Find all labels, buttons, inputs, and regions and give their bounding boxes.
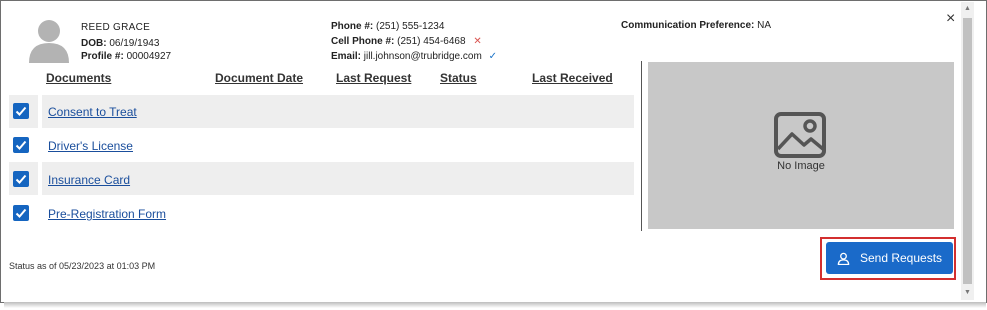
close-icon[interactable]: × <box>946 10 955 28</box>
phone-value: (251) 555-1234 <box>376 21 445 32</box>
communication-preference: Communication Preference: NA <box>621 20 771 31</box>
phone-label: Phone #: <box>331 21 374 32</box>
vertical-scrollbar[interactable]: ▲ ▼ <box>961 2 974 300</box>
no-image-label: No Image <box>777 160 825 172</box>
column-header-status[interactable]: Status <box>440 71 477 85</box>
document-link[interactable]: Consent to Treat <box>48 105 137 119</box>
cell-phone-line: Cell Phone #: (251) 454-6468 ✕ <box>331 36 482 47</box>
document-link[interactable]: Driver's License <box>48 139 133 153</box>
status-timestamp: Status as of 05/23/2023 at 01:03 PM <box>9 261 156 271</box>
document-link[interactable]: Pre-Registration Form <box>48 207 166 221</box>
document-request-dialog: REED GRACE DOB: 06/19/1943 Profile #: 00… <box>0 0 987 303</box>
email-line: Email: jill.johnson@trubridge.com ✓ <box>331 51 497 62</box>
scroll-up-arrow-icon[interactable]: ▲ <box>964 5 971 12</box>
cell-status-x-icon: ✕ <box>473 36 482 47</box>
email-label: Email: <box>331 51 362 62</box>
profile-label: Profile #: <box>81 51 124 62</box>
scroll-thumb[interactable] <box>963 18 972 284</box>
send-requests-button[interactable]: Send Requests <box>826 242 953 274</box>
patient-name: REED GRACE <box>81 22 151 33</box>
cell-value: (251) 454-6468 <box>397 36 466 47</box>
scroll-down-arrow-icon[interactable]: ▼ <box>964 289 971 296</box>
dob-value: 06/19/1943 <box>109 38 160 49</box>
table-row <box>42 162 634 195</box>
panel-divider <box>641 61 642 231</box>
image-placeholder-icon <box>774 112 826 158</box>
document-checkbox[interactable] <box>13 171 29 187</box>
patient-profile: Profile #: 00004927 <box>81 51 171 62</box>
column-header-documents[interactable]: Documents <box>46 71 111 85</box>
dialog-shadow <box>4 302 986 308</box>
email-status-check-icon: ✓ <box>488 51 497 62</box>
profile-value: 00004927 <box>126 51 172 62</box>
dob-label: DOB: <box>81 38 107 49</box>
avatar <box>29 20 69 63</box>
column-header-last-request[interactable]: Last Request <box>336 71 411 85</box>
document-link[interactable]: Insurance Card <box>48 173 130 187</box>
document-checkbox[interactable] <box>13 103 29 119</box>
column-header-document-date[interactable]: Document Date <box>215 71 303 85</box>
cell-label: Cell Phone #: <box>331 36 395 47</box>
document-preview: No Image <box>648 62 954 229</box>
column-header-last-received[interactable]: Last Received <box>532 71 613 85</box>
email-value: jill.johnson@trubridge.com <box>363 51 482 62</box>
comm-pref-value: NA <box>757 20 772 31</box>
comm-pref-label: Communication Preference: <box>621 20 755 31</box>
send-requests-label: Send Requests <box>859 251 943 265</box>
patient-dob: DOB: 06/19/1943 <box>81 38 159 49</box>
phone-line: Phone #: (251) 555-1234 <box>331 21 444 32</box>
document-checkbox[interactable] <box>13 137 29 153</box>
document-checkbox[interactable] <box>13 205 29 221</box>
person-icon <box>837 252 850 265</box>
